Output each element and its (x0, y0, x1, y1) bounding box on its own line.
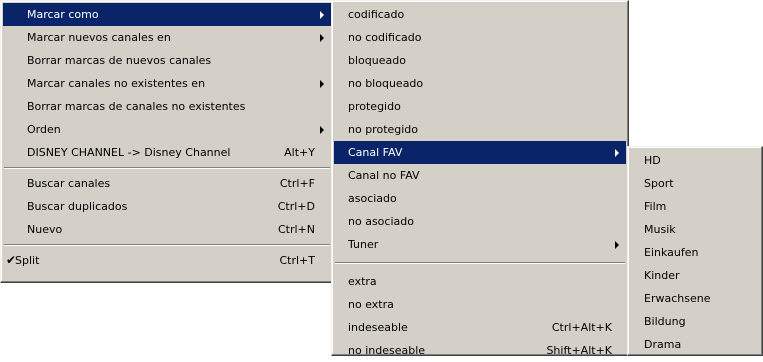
menu-item-label: DISNEY CHANNEL -> Disney Channel (27, 146, 231, 159)
submenu-marcar-como: codificado no codificado bloqueado no bl… (331, 0, 629, 357)
menu-item-label: indeseable (348, 321, 408, 334)
menu-item-shortcut: Alt+Y (284, 146, 315, 159)
menu-separator (334, 256, 626, 270)
menu-item-no-indeseable[interactable]: no indeseable Shift+Alt+K (334, 339, 626, 362)
menu-item-no-bloqueado[interactable]: no bloqueado (334, 72, 626, 95)
menu-item-split[interactable]: ✔ Split Ctrl+T (3, 249, 331, 272)
menu-separator (3, 241, 331, 249)
menu-item-shortcut: Ctrl+N (277, 223, 315, 236)
submenu-arrow-icon (615, 241, 619, 249)
menu-item-label: no indeseable (348, 344, 426, 357)
menu-item-label: Borrar marcas de nuevos canales (27, 54, 212, 67)
menu-item-label: Marcar canales no existentes en (27, 77, 206, 90)
menu-separator (3, 164, 331, 172)
menu-item-label: Tuner (348, 238, 379, 251)
menu-item-fav-sport[interactable]: Sport (630, 172, 760, 195)
menu-item-label: no codificado (348, 31, 422, 44)
menu-item-label: Marcar nuevos canales en (27, 31, 171, 44)
menu-item-label: Marcar como (27, 8, 99, 21)
menu-item-label: Kinder (644, 269, 680, 282)
menu-item-fav-kinder[interactable]: Kinder (630, 264, 760, 287)
menu-item-fav-film[interactable]: Film (630, 195, 760, 218)
menu-item-label: asociado (348, 192, 397, 205)
menu-item-shortcut: Ctrl+T (279, 254, 315, 267)
menu-item-label: codificado (348, 8, 405, 21)
menu-item-asociado[interactable]: asociado (334, 187, 626, 210)
menu-item-bloqueado[interactable]: bloqueado (334, 49, 626, 72)
menu-item-label: Bildung (644, 315, 686, 328)
menu-item-marcar-nuevos-canales-en[interactable]: Marcar nuevos canales en (3, 26, 331, 49)
menu-item-label: Canal FAV (348, 146, 403, 159)
menu-item-fav-einkaufen[interactable]: Einkaufen (630, 241, 760, 264)
menu-item-label: Borrar marcas de canales no existentes (27, 100, 246, 113)
menu-item-borrar-marcas-nuevos[interactable]: Borrar marcas de nuevos canales (3, 49, 331, 72)
context-menu-main: Marcar como Marcar nuevos canales en Bor… (0, 0, 334, 283)
submenu-arrow-icon (320, 126, 324, 134)
menu-item-no-protegido[interactable]: no protegido (334, 118, 626, 141)
menu-item-shortcut: Ctrl+F (279, 177, 315, 190)
menu-item-canal-no-fav[interactable]: Canal no FAV (334, 164, 626, 187)
menu-item-label: Nuevo (27, 223, 63, 236)
menu-item-label: Erwachsene (644, 292, 711, 305)
menu-item-fav-hd[interactable]: HD (630, 149, 760, 172)
menu-item-borrar-marcas-no-existentes[interactable]: Borrar marcas de canales no existentes (3, 95, 331, 118)
menu-item-indeseable[interactable]: indeseable Ctrl+Alt+K (334, 316, 626, 339)
menu-item-no-asociado[interactable]: no asociado (334, 210, 626, 233)
menu-item-no-codificado[interactable]: no codificado (334, 26, 626, 49)
menu-item-label: Orden (27, 123, 61, 136)
menu-item-extra[interactable]: extra (334, 270, 626, 293)
menu-item-codificado[interactable]: codificado (334, 3, 626, 26)
menu-item-label: Sport (644, 177, 674, 190)
menu-item-label: Buscar canales (27, 177, 111, 190)
submenu-arrow-icon (320, 11, 324, 19)
menu-item-nuevo[interactable]: Nuevo Ctrl+N (3, 218, 331, 241)
menu-item-label: Drama (644, 338, 682, 351)
menu-item-label: extra (348, 275, 377, 288)
menu-item-orden[interactable]: Orden (3, 118, 331, 141)
menu-item-label: Canal no FAV (348, 169, 420, 182)
menu-item-label: no extra (348, 298, 394, 311)
menu-item-marcar-canales-no-existentes[interactable]: Marcar canales no existentes en (3, 72, 331, 95)
menu-item-label: Split (15, 254, 40, 267)
menu-item-shortcut: Ctrl+D (277, 200, 315, 213)
submenu-arrow-icon (615, 149, 619, 157)
menu-item-shortcut: Shift+Alt+K (546, 344, 612, 357)
menu-item-label: Musik (644, 223, 676, 236)
menu-item-disney-rename[interactable]: DISNEY CHANNEL -> Disney Channel Alt+Y (3, 141, 331, 164)
menu-item-fav-musik[interactable]: Musik (630, 218, 760, 241)
menu-item-label: bloqueado (348, 54, 406, 67)
menu-item-marcar-como[interactable]: Marcar como (3, 3, 331, 26)
menu-item-label: no protegido (348, 123, 419, 136)
menu-item-label: Buscar duplicados (27, 200, 128, 213)
menu-item-label: no asociado (348, 215, 414, 228)
menu-item-shortcut: Ctrl+Alt+K (551, 321, 612, 334)
submenu-canal-fav: HD Sport Film Musik Einkaufen Kinder Erw… (627, 146, 763, 356)
menu-item-no-extra[interactable]: no extra (334, 293, 626, 316)
menu-item-fav-erwachsene[interactable]: Erwachsene (630, 287, 760, 310)
menu-item-fav-bildung[interactable]: Bildung (630, 310, 760, 333)
menu-item-tuner[interactable]: Tuner (334, 233, 626, 256)
menu-item-canal-fav[interactable]: Canal FAV (334, 141, 626, 164)
menu-item-buscar-canales[interactable]: Buscar canales Ctrl+F (3, 172, 331, 195)
menu-item-label: Film (644, 200, 667, 213)
submenu-arrow-icon (320, 34, 324, 42)
menu-item-label: HD (644, 154, 661, 167)
menu-item-protegido[interactable]: protegido (334, 95, 626, 118)
submenu-arrow-icon (320, 80, 324, 88)
menu-item-label: Einkaufen (644, 246, 699, 259)
menu-item-fav-drama[interactable]: Drama (630, 333, 760, 356)
menu-item-buscar-duplicados[interactable]: Buscar duplicados Ctrl+D (3, 195, 331, 218)
menu-item-label: protegido (348, 100, 401, 113)
menu-item-label: no bloqueado (348, 77, 424, 90)
